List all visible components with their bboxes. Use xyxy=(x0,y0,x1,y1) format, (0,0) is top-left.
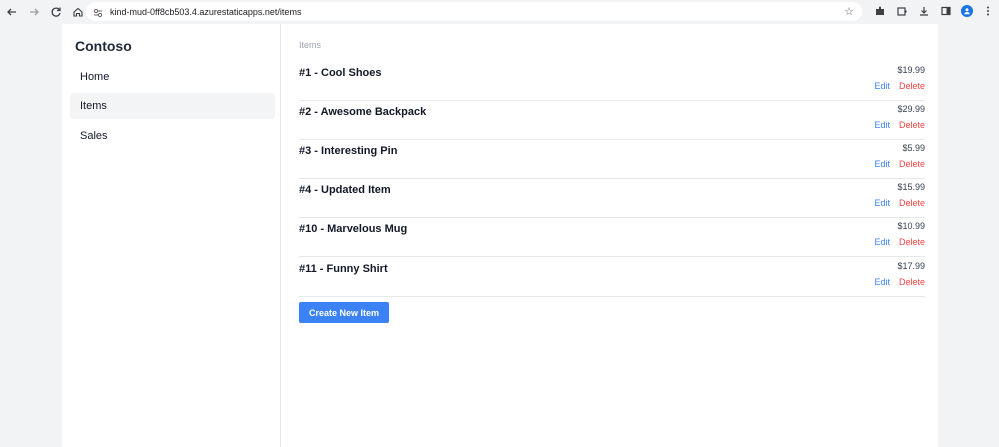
puzzle-icon[interactable] xyxy=(895,4,909,18)
edit-link[interactable]: Edit xyxy=(874,277,890,287)
item-price: $15.99 xyxy=(897,182,925,192)
item-price: $29.99 xyxy=(897,104,925,114)
menu-dots-icon[interactable] xyxy=(981,4,995,18)
edit-link[interactable]: Edit xyxy=(874,81,890,91)
edit-link[interactable]: Edit xyxy=(874,237,890,247)
download-icon[interactable] xyxy=(917,4,931,18)
breadcrumb: Items xyxy=(299,40,322,50)
back-arrow-icon[interactable] xyxy=(4,4,20,20)
create-new-item-button[interactable]: Create New Item xyxy=(299,302,389,323)
url-text: kind-mud-0ff8cb503.4.azurestaticapps.net… xyxy=(110,6,302,17)
side-panel-icon[interactable] xyxy=(939,4,953,18)
delete-link[interactable]: Delete xyxy=(899,237,925,247)
delete-link[interactable]: Delete xyxy=(899,81,925,91)
sidebar-item-sales[interactable]: Sales xyxy=(70,123,275,149)
list-item: #1 - Cool Shoes $19.99 Edit Delete xyxy=(299,62,925,101)
item-title: #2 - Awesome Backpack xyxy=(299,106,427,118)
home-icon[interactable] xyxy=(70,4,86,20)
site-info-icon[interactable] xyxy=(92,6,104,18)
delete-link[interactable]: Delete xyxy=(899,159,925,169)
page-container: Contoso Home Items Sales Items #1 - Cool… xyxy=(62,24,938,447)
sidebar-item-home[interactable]: Home xyxy=(70,64,275,90)
delete-link[interactable]: Delete xyxy=(899,277,925,287)
item-title: #4 - Updated Item xyxy=(299,184,391,196)
list-item: #4 - Updated Item $15.99 Edit Delete xyxy=(299,179,925,218)
sidebar: Contoso Home Items Sales xyxy=(62,24,281,447)
sidebar-item-items[interactable]: Items xyxy=(70,93,275,119)
item-price: $10.99 xyxy=(897,221,925,231)
item-title: #3 - Interesting Pin xyxy=(299,145,398,157)
browser-toolbar: kind-mud-0ff8cb503.4.azurestaticapps.net… xyxy=(0,0,999,24)
brand-title[interactable]: Contoso xyxy=(75,38,132,54)
edit-link[interactable]: Edit xyxy=(874,198,890,208)
edit-link[interactable]: Edit xyxy=(874,120,890,130)
list-item: #2 - Awesome Backpack $29.99 Edit Delete xyxy=(299,101,925,140)
item-title: #10 - Marvelous Mug xyxy=(299,223,408,235)
list-item: #10 - Marvelous Mug $10.99 Edit Delete xyxy=(299,218,925,257)
extension-icon[interactable] xyxy=(873,4,887,18)
item-title: #11 - Funny Shirt xyxy=(299,263,388,275)
address-bar[interactable]: kind-mud-0ff8cb503.4.azurestaticapps.net… xyxy=(86,2,862,21)
item-price: $19.99 xyxy=(897,65,925,75)
item-price: $17.99 xyxy=(897,261,925,271)
edit-link[interactable]: Edit xyxy=(874,159,890,169)
item-title: #1 - Cool Shoes xyxy=(299,67,382,79)
bookmark-star-icon[interactable]: ☆ xyxy=(844,5,854,18)
main-content: Items #1 - Cool Shoes $19.99 Edit Delete… xyxy=(299,24,925,447)
forward-arrow-icon[interactable] xyxy=(26,4,42,20)
delete-link[interactable]: Delete xyxy=(899,198,925,208)
list-item: #3 - Interesting Pin $5.99 Edit Delete xyxy=(299,140,925,179)
delete-link[interactable]: Delete xyxy=(899,120,925,130)
item-price: $5.99 xyxy=(902,143,925,153)
reload-icon[interactable] xyxy=(48,4,64,20)
profile-icon[interactable] xyxy=(961,5,973,17)
list-item: #11 - Funny Shirt $17.99 Edit Delete xyxy=(299,258,925,297)
